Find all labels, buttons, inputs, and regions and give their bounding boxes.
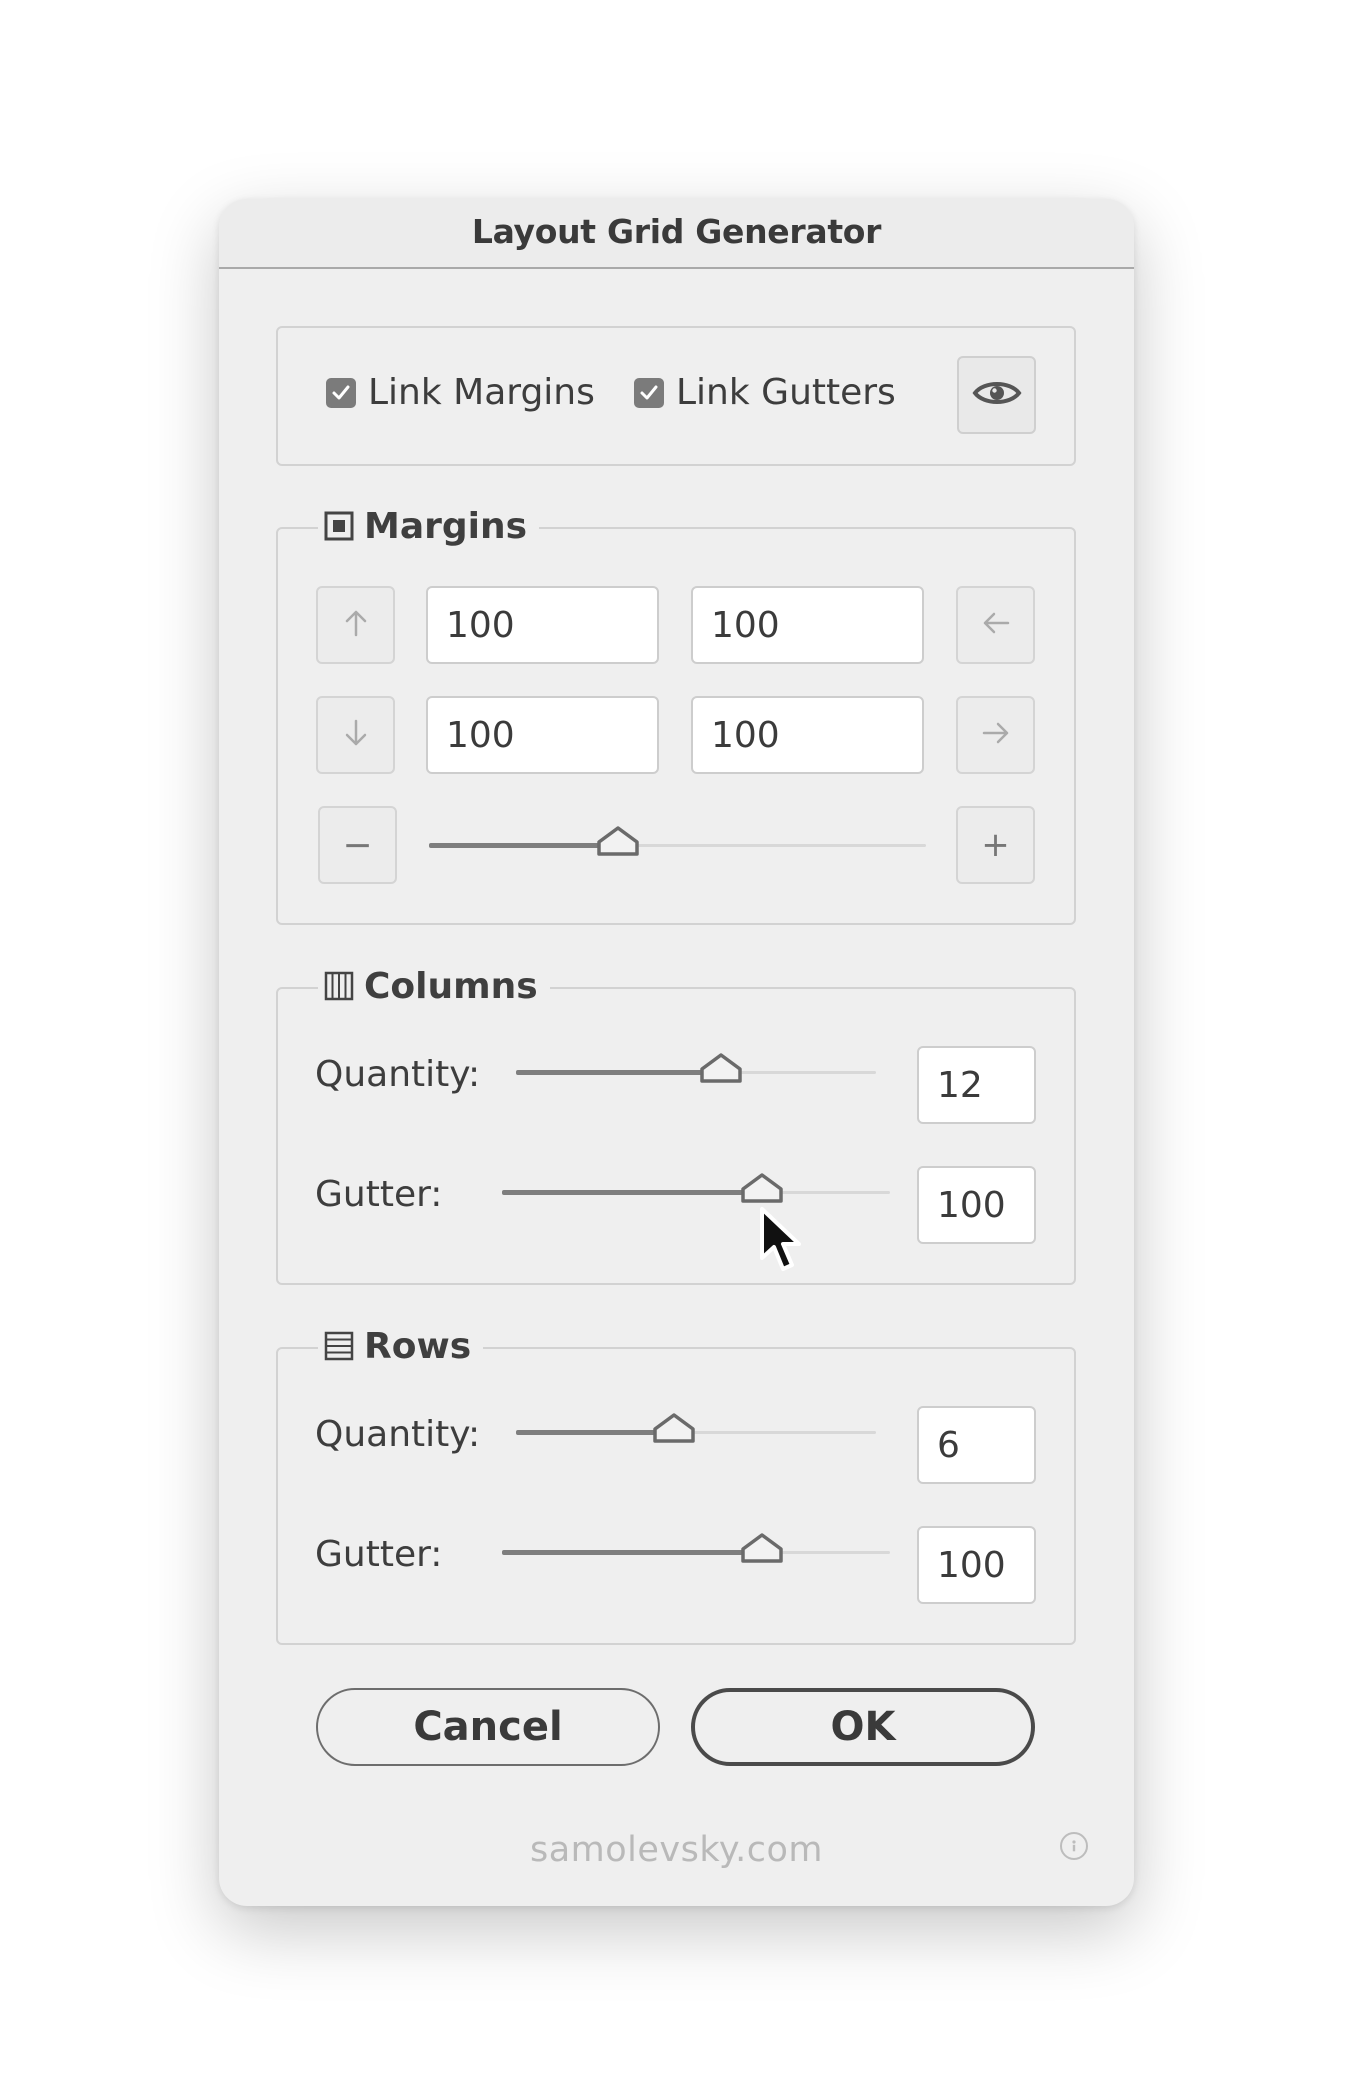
slider-fill: [429, 843, 618, 848]
rows-legend: Rows: [318, 1321, 484, 1371]
cancel-label: Cancel: [413, 1704, 563, 1750]
rows-quantity-label: Quantity:: [315, 1414, 481, 1455]
link-margins-label: Link Margins: [368, 372, 595, 413]
rows-quantity-input[interactable]: [917, 1406, 1036, 1484]
rows-title: Rows: [364, 1325, 472, 1367]
options-group: Link Margins Link Gutters: [276, 326, 1076, 466]
margin-right-button[interactable]: [956, 696, 1035, 774]
slider-fill: [516, 1070, 722, 1075]
margins-square-icon: [324, 511, 354, 541]
eye-icon: [971, 377, 1022, 413]
margin-top-button[interactable]: [316, 586, 395, 664]
ok-button[interactable]: OK: [691, 1688, 1035, 1766]
margin-left-button[interactable]: [956, 586, 1035, 664]
slider-thumb[interactable]: [652, 1412, 696, 1448]
rows-icon: [324, 1331, 354, 1361]
columns-icon: [324, 971, 354, 1001]
arrow-up-icon: [343, 608, 369, 642]
footer-link[interactable]: samolevsky.com: [219, 1830, 1134, 1870]
mouse-cursor-icon: [758, 1206, 806, 1282]
slider-fill: [502, 1550, 762, 1555]
preview-toggle-button[interactable]: [957, 356, 1036, 434]
layout-grid-dialog: Layout Grid Generator Link Margins Link …: [219, 199, 1134, 1906]
margins-slider[interactable]: [429, 825, 926, 865]
minus-icon: −: [342, 824, 373, 866]
columns-gutter-input[interactable]: [917, 1166, 1036, 1244]
slider-fill: [502, 1190, 762, 1195]
rows-gutter-label: Gutter:: [315, 1534, 443, 1575]
rows-group: Rows Quantity: Gutter:: [276, 1321, 1076, 1645]
margins-title: Margins: [364, 505, 528, 547]
checkmark-icon: [634, 377, 664, 408]
rows-quantity-slider[interactable]: [516, 1412, 876, 1452]
margin-increase-button[interactable]: +: [956, 806, 1035, 884]
title-bar: Layout Grid Generator: [219, 199, 1134, 269]
margin-left-input[interactable]: [691, 696, 924, 774]
columns-quantity-label: Quantity:: [315, 1054, 481, 1095]
slider-thumb[interactable]: [699, 1052, 743, 1088]
columns-title: Columns: [364, 965, 538, 1007]
arrow-down-icon: [343, 718, 369, 752]
info-icon[interactable]: [1060, 1832, 1088, 1860]
link-gutters-checkbox[interactable]: Link Gutters: [634, 372, 896, 413]
columns-legend: Columns: [318, 961, 550, 1011]
rows-gutter-input[interactable]: [917, 1526, 1036, 1604]
margin-decrease-button[interactable]: −: [318, 806, 397, 884]
margins-group: Margins −: [276, 501, 1076, 925]
margin-bottom-input[interactable]: [426, 696, 659, 774]
margin-top-input[interactable]: [426, 586, 659, 664]
columns-group: Columns Quantity: Gutter:: [276, 961, 1076, 1285]
rows-gutter-slider[interactable]: [502, 1532, 890, 1572]
checkmark-icon: [326, 377, 356, 408]
slider-thumb[interactable]: [740, 1172, 784, 1208]
link-gutters-label: Link Gutters: [676, 372, 896, 413]
margins-legend: Margins: [318, 501, 540, 551]
columns-quantity-input[interactable]: [917, 1046, 1036, 1124]
dialog-title: Layout Grid Generator: [471, 212, 882, 251]
link-margins-checkbox[interactable]: Link Margins: [326, 372, 595, 413]
slider-thumb[interactable]: [740, 1532, 784, 1568]
columns-gutter-slider[interactable]: [502, 1172, 890, 1212]
arrow-left-icon: [981, 610, 1011, 640]
slider-thumb[interactable]: [596, 825, 640, 861]
margin-bottom-button[interactable]: [316, 696, 395, 774]
columns-quantity-slider[interactable]: [516, 1052, 876, 1092]
slider-fill: [516, 1430, 675, 1435]
ok-label: OK: [830, 1704, 896, 1750]
margin-right-input[interactable]: [691, 586, 924, 664]
arrow-right-icon: [981, 720, 1011, 750]
cancel-button[interactable]: Cancel: [316, 1688, 660, 1766]
columns-gutter-label: Gutter:: [315, 1174, 443, 1215]
plus-icon: +: [981, 825, 1010, 865]
